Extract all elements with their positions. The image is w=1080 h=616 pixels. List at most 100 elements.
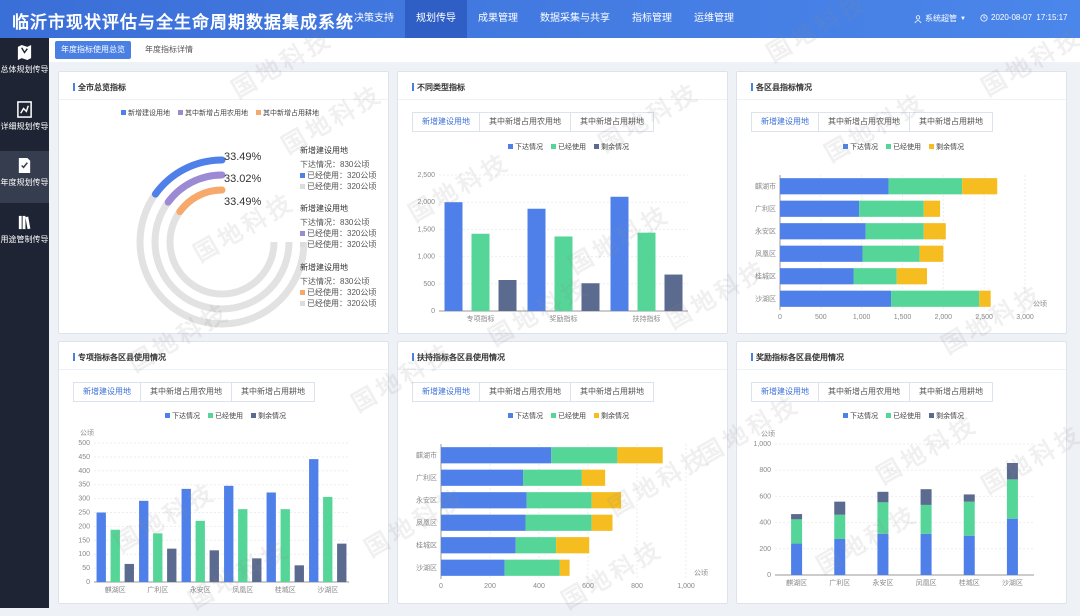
bar-segment [526, 492, 592, 509]
category-label: 麒湖区 [786, 578, 807, 587]
bar [139, 500, 149, 582]
bar-segment [780, 268, 854, 285]
bar-segment [865, 223, 924, 240]
bar-segment [441, 447, 552, 464]
bar-segment [877, 502, 889, 534]
tick-label: 2,500 [417, 172, 435, 179]
tab-annual-details[interactable]: 年度指标详情 [139, 41, 199, 59]
bar-segment [780, 223, 866, 240]
sidebar: 总体规划传导 详细规划传导 年度规划传导 用途管制传导 [0, 38, 49, 608]
tick-label: 800 [759, 467, 771, 474]
bar-segment [920, 533, 932, 575]
bar-segment [441, 514, 526, 531]
bar-segment [780, 178, 889, 195]
bar-segment [525, 514, 592, 531]
bar [444, 202, 463, 311]
bar [337, 543, 347, 582]
bar [323, 496, 333, 582]
nav-data-collection[interactable]: 数据采集与共享 [529, 0, 621, 38]
bar [637, 232, 656, 311]
bar-segment [791, 514, 803, 520]
bar-chart: 0 500 1,000 1,500 2,000 2,500 专项指标 奖励指标 扶持指标 [417, 172, 688, 323]
sidebar-item-detailed-plan[interactable]: 详细规划传导 [0, 95, 49, 147]
tick-label: 3,000 [1016, 314, 1034, 321]
ring-percent-label: 33.49% [224, 196, 262, 208]
sidebar-item-use-control[interactable]: 用途管制传导 [0, 208, 49, 260]
tick-label: 450 [78, 454, 90, 461]
bar-chart: 0 50 100 150 200 250 300 350 400 450 500 公顷麒湖区 广利区 永安… [78, 429, 349, 594]
bar-segment [920, 489, 932, 505]
tick-label: 50 [82, 565, 90, 572]
tick-label: 1,000 [753, 441, 771, 448]
bar [554, 236, 573, 311]
bar [195, 520, 205, 582]
category-label: 凤凰区 [232, 586, 253, 594]
category-label: 沙湖区 [317, 585, 338, 594]
bar [167, 548, 177, 582]
main-nav: 决策支持 规划传导 成果管理 数据采集与共享 指标管理 运维管理 [343, 0, 745, 38]
category-label: 桂城区 [416, 540, 437, 549]
page-tabs: 年度指标使用总览 年度指标详情 [49, 38, 1080, 62]
bar-segment [780, 245, 863, 262]
user-menu[interactable]: 系统超管 ▼ [914, 13, 966, 24]
stacked-bar-chart: 0 200 400 600 800 1,000 公顷麒湖区 广利区 永安区 凤凰区 桂城区 沙湖区 [753, 430, 1034, 587]
nav-results-management[interactable]: 成果管理 [467, 0, 529, 38]
bar [309, 459, 319, 582]
bar-segment [591, 492, 622, 509]
bar-segment [919, 245, 944, 262]
nav-decision-support[interactable]: 决策支持 [343, 0, 405, 38]
sidebar-item-master-plan[interactable]: 总体规划传导 [0, 38, 49, 90]
bar-segment [556, 537, 590, 554]
category-label: 桂城区 [275, 585, 296, 594]
tick-label: 200 [78, 523, 90, 530]
book-icon [18, 215, 31, 230]
bar [610, 196, 629, 311]
user-icon [914, 14, 922, 23]
category-label: 广利区 [147, 585, 168, 594]
nav-planning-transmission[interactable]: 规划传导 [405, 0, 467, 38]
nav-operations[interactable]: 运维管理 [683, 0, 745, 38]
checklist-icon [18, 157, 31, 174]
panel-district-indicators: 各区县指标情况 新增建设用地 其中新增占用农用地 其中新增占用耕地 下达情况 已… [736, 71, 1067, 334]
bar-segment [877, 491, 889, 503]
tick-label: 2,000 [417, 199, 435, 206]
bar-segment [877, 533, 889, 575]
document-chart-icon [17, 101, 32, 118]
bar-segment [834, 514, 846, 539]
category-label: 永安区 [416, 495, 437, 504]
bar-segment [920, 504, 932, 534]
tab-annual-overview[interactable]: 年度指标使用总览 [55, 41, 131, 59]
axis-unit: 公顷 [1033, 300, 1047, 308]
bar-segment [515, 537, 557, 554]
detail-block-1: 新增建设用地 下达情况：830公顷 已经使用：320公顷 已经使用：320公顷 [300, 146, 377, 191]
tick-label: 500 [78, 440, 90, 447]
tick-label: 150 [78, 537, 90, 544]
tick-label: 0 [767, 572, 771, 579]
bar-segment [853, 268, 897, 285]
panel-indicator-types: 不同类型指标 新增建设用地 其中新增占用农用地 其中新增占用耕地 下达情况 已经… [397, 71, 728, 334]
sidebar-item-annual-plan[interactable]: 年度规划传导 [0, 151, 49, 203]
tick-label: 2,000 [935, 314, 953, 321]
ring-percent-label: 33.02% [224, 173, 262, 185]
bar-segment [523, 469, 582, 486]
bar-segment [979, 290, 991, 307]
bar-segment [1006, 479, 1018, 519]
clock: 2020-08-07 17:15:17 [980, 13, 1068, 22]
bar-segment [888, 178, 963, 195]
bar-segment [963, 494, 975, 502]
tick-label: 1,000 [417, 254, 435, 261]
tick-label: 400 [78, 468, 90, 475]
tick-label: 350 [78, 482, 90, 489]
bar-segment [963, 535, 975, 575]
category-label: 奖励指标 [550, 314, 578, 323]
bar-segment [591, 514, 613, 531]
nav-indicator-management[interactable]: 指标管理 [621, 0, 683, 38]
category-label: 专项指标 [467, 314, 495, 323]
stacked-horizontal-bar-chart: 0 200 400 600 800 1,000 公顷 沙湖区 桂城区 凤凰区 永安区 广利区 麒湖市 [416, 444, 708, 590]
tick-label: 1,500 [894, 314, 912, 321]
tick-label: 1,000 [677, 583, 695, 590]
tick-label: 0 [439, 583, 443, 590]
bar [124, 563, 134, 582]
category-label: 桂城区 [959, 578, 980, 587]
tick-label: 200 [759, 546, 771, 553]
